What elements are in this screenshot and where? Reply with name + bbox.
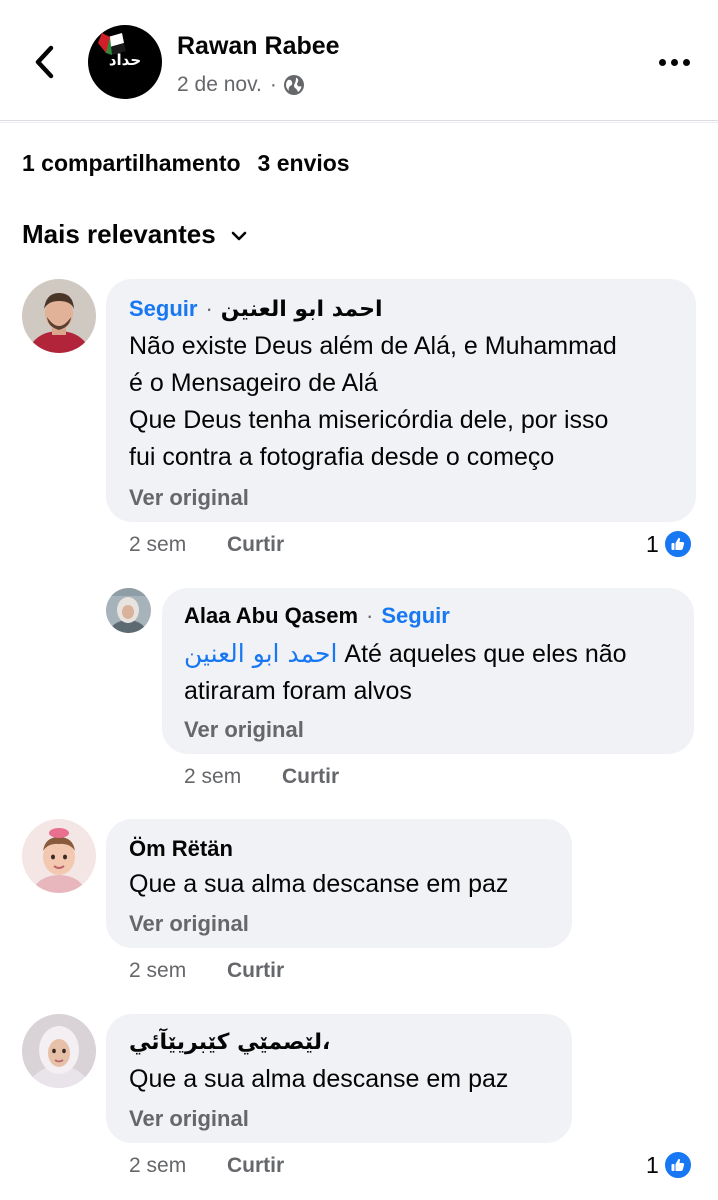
comment-text: احمد ابو العنين Até aqueles que eles não… <box>184 635 627 710</box>
reaction-summary[interactable]: 1 <box>646 529 693 559</box>
comment-text: Que a sua alma descanse em paz <box>129 866 508 903</box>
like-button[interactable]: Curtir <box>227 959 284 983</box>
see-original-link[interactable]: Ver original <box>129 1106 249 1132</box>
avatar[interactable] <box>106 588 151 633</box>
comment-line-text: Até aqueles que eles não <box>344 640 627 668</box>
globe-icon <box>283 75 304 95</box>
comment-line: Que Deus tenha misericórdia dele, por is… <box>129 406 609 434</box>
like-reaction-icon <box>662 1150 693 1180</box>
profile-photo <box>22 819 96 893</box>
sends-count[interactable]: 3 envios <box>258 150 350 177</box>
see-original-link[interactable]: Ver original <box>129 485 249 511</box>
more-dot <box>682 58 690 66</box>
like-button[interactable]: Curtir <box>227 1154 284 1178</box>
shares-count[interactable]: 1 compartilhamento <box>22 150 241 177</box>
avatar[interactable] <box>22 1014 96 1088</box>
comment-time[interactable]: 2 sem <box>184 765 282 789</box>
see-original-link[interactable]: Ver original <box>129 911 249 937</box>
post-meta: 2 de nov. · <box>177 73 305 97</box>
comment-line: é o Mensageiro de Alá <box>129 369 378 397</box>
like-button[interactable]: Curtir <box>227 533 284 557</box>
comment-time[interactable]: 2 sem <box>129 533 227 557</box>
comment-author[interactable]: احمد ابو العنين <box>221 297 383 322</box>
reaction-summary[interactable]: 1 <box>646 1150 693 1180</box>
comment-actions: 2 sem Curtir <box>184 765 339 789</box>
comment-text: Que a sua alma descanse em paz <box>129 1061 508 1098</box>
back-button[interactable] <box>24 40 64 84</box>
post-date[interactable]: 2 de nov. <box>177 73 262 97</box>
comment-sort-dropdown[interactable]: Mais relevantes <box>22 219 248 250</box>
comment-time[interactable]: 2 sem <box>129 959 227 983</box>
comment-author[interactable]: لێصمێي كێبريێآئي، <box>129 1030 330 1055</box>
comment-author[interactable]: Öm Rëtän <box>129 836 233 862</box>
comment-header: Öm Rëtän <box>129 836 233 862</box>
like-button[interactable]: Curtir <box>282 765 339 789</box>
comment-line: احمد ابو العنين Até aqueles que eles não <box>184 635 627 673</box>
header-divider <box>0 120 718 123</box>
like-reaction-icon <box>662 529 693 559</box>
comment-header: Seguir · احمد ابو العنين <box>129 296 383 322</box>
comment-header: Alaa Abu Qasem · Seguir <box>184 603 450 629</box>
see-original-link[interactable]: Ver original <box>184 717 304 743</box>
page-avatar[interactable]: حداد <box>88 25 162 99</box>
page-logo-text: حداد <box>108 51 142 69</box>
meta-separator: · <box>269 73 277 96</box>
follow-button[interactable]: Seguir <box>381 603 449 629</box>
comment-line: Não existe Deus além de Alá, e Muhammad <box>129 332 617 360</box>
comment-line: Que a sua alma descanse em paz <box>129 870 509 898</box>
chevron-left-icon <box>35 45 54 79</box>
comment-text: Não existe Deus além de Alá, e Muhammad … <box>129 328 617 476</box>
sort-label: Mais relevantes <box>22 219 216 249</box>
post-stats: 1 compartilhamento 3 envios <box>22 150 350 177</box>
comment-line: atiraram foram alvos <box>184 677 412 705</box>
profile-photo <box>106 588 151 633</box>
comment-header: لێصمێي كێبريێآئي، <box>129 1030 330 1055</box>
profile-photo <box>22 279 96 353</box>
avatar[interactable] <box>22 819 96 893</box>
comment-actions: 2 sem Curtir <box>129 1154 284 1178</box>
comment-time[interactable]: 2 sem <box>129 1154 227 1178</box>
comment-actions: 2 sem Curtir <box>129 533 284 557</box>
comment-author[interactable]: Alaa Abu Qasem <box>184 603 358 629</box>
more-dot <box>658 58 666 66</box>
chevron-down-icon <box>231 231 246 240</box>
follow-button[interactable]: Seguir <box>129 296 197 322</box>
avatar[interactable] <box>22 279 96 353</box>
comment-actions: 2 sem Curtir <box>129 959 284 983</box>
comment-line: fui contra a fotografia desde o começo <box>129 443 555 471</box>
reaction-count: 1 <box>646 530 659 557</box>
comment-line: Que a sua alma descanse em paz <box>129 1065 509 1093</box>
header-separator: · <box>366 603 374 628</box>
more-dot <box>670 58 678 66</box>
post-header: حداد Rawan Rabee 2 de nov. · <box>0 0 718 120</box>
profile-photo <box>22 1014 96 1088</box>
page-name[interactable]: Rawan Rabee <box>177 32 340 61</box>
mention-link[interactable]: احمد ابو العنين <box>184 639 337 668</box>
header-separator: · <box>205 296 213 321</box>
reaction-count: 1 <box>646 1151 659 1178</box>
more-options-button[interactable] <box>654 48 694 76</box>
